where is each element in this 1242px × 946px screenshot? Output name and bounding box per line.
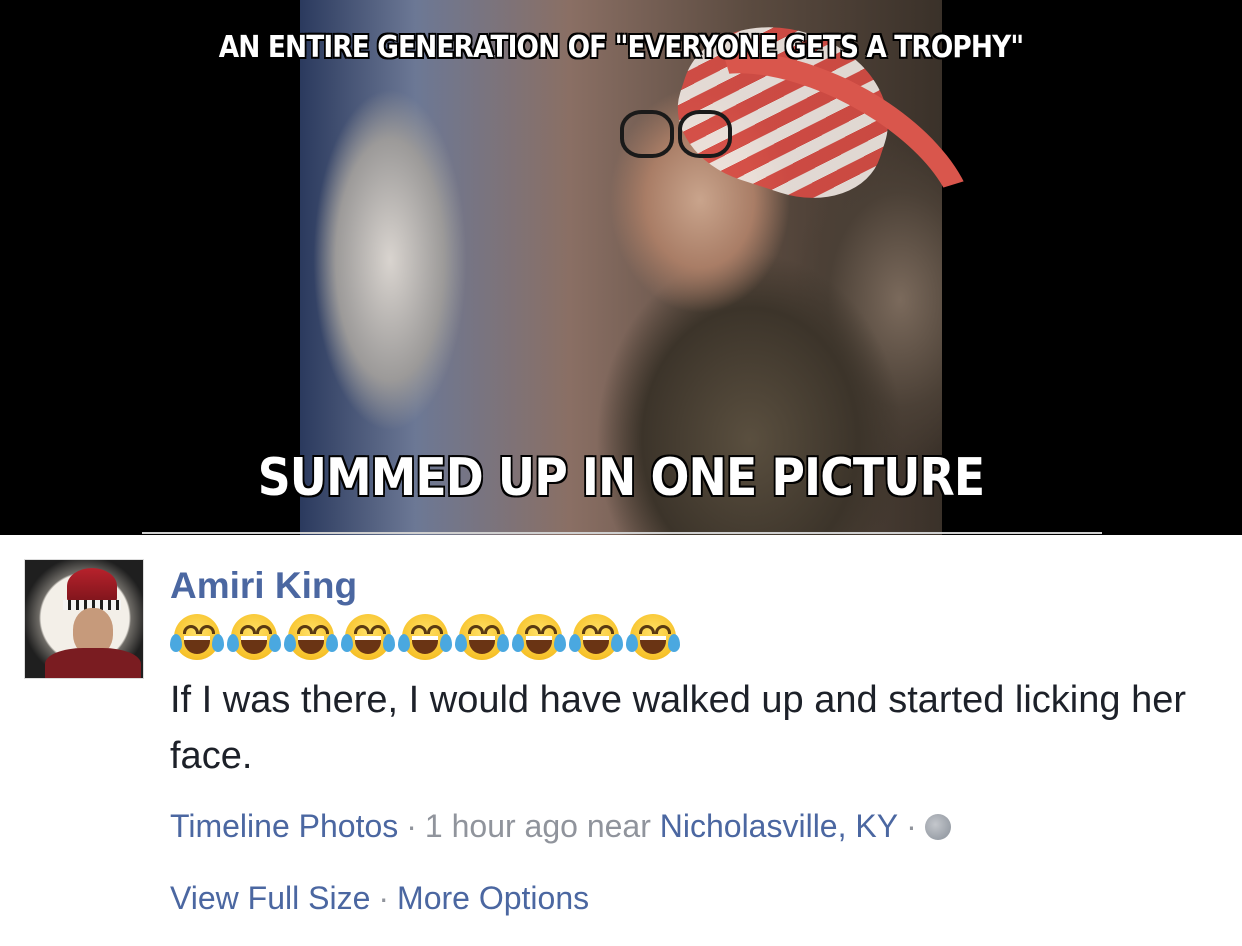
glasses-graphic: [620, 110, 740, 160]
face-with-tears-of-joy-icon: [170, 612, 224, 662]
meme-top-caption: AN ENTIRE GENERATION OF "EVERYONE GETS A…: [218, 30, 1024, 65]
author-name-link[interactable]: Amiri King: [170, 565, 357, 607]
separator-dot: ·: [406, 808, 417, 844]
post-text: If I was there, I would have walked up a…: [170, 679, 1186, 777]
view-full-size-link[interactable]: View Full Size: [170, 880, 370, 916]
location-link[interactable]: Nicholasville, KY: [660, 808, 898, 844]
avatar[interactable]: [24, 559, 144, 679]
crown-graphic: [67, 568, 117, 604]
photo-post-view: AN ENTIRE GENERATION OF "EVERYONE GETS A…: [0, 0, 1242, 946]
photo-actions: View Full Size · More Options: [170, 880, 589, 917]
face-with-tears-of-joy-icon: [341, 612, 395, 662]
face-with-tears-of-joy-icon: [284, 612, 338, 662]
face-with-tears-of-joy-icon: [569, 612, 623, 662]
more-options-link[interactable]: More Options: [397, 880, 589, 916]
separator-dot: ·: [378, 880, 390, 916]
cloak-graphic: [45, 648, 141, 678]
face-with-tears-of-joy-icon: [512, 612, 566, 662]
face-with-tears-of-joy-icon: [455, 612, 509, 662]
emoji-row: [170, 612, 680, 666]
post-photo[interactable]: AN ENTIRE GENERATION OF "EVERYONE GETS A…: [0, 0, 1242, 535]
face-with-tears-of-joy-icon: [227, 612, 281, 662]
near-label: near: [586, 808, 651, 844]
face-with-tears-of-joy-icon: [626, 612, 680, 662]
separator-dot: ·: [906, 808, 917, 844]
timestamp[interactable]: 1 hour ago: [425, 808, 578, 844]
meme-bottom-caption: SUMMED UP IN ONE PICTURE: [257, 448, 985, 508]
globe-icon[interactable]: [924, 814, 951, 840]
timeline-photos-link[interactable]: Timeline Photos: [170, 808, 398, 844]
face-with-tears-of-joy-icon: [398, 612, 452, 662]
divider: [142, 532, 1102, 534]
post-meta: Timeline Photos · 1 hour ago near Nicholas…: [170, 808, 951, 845]
